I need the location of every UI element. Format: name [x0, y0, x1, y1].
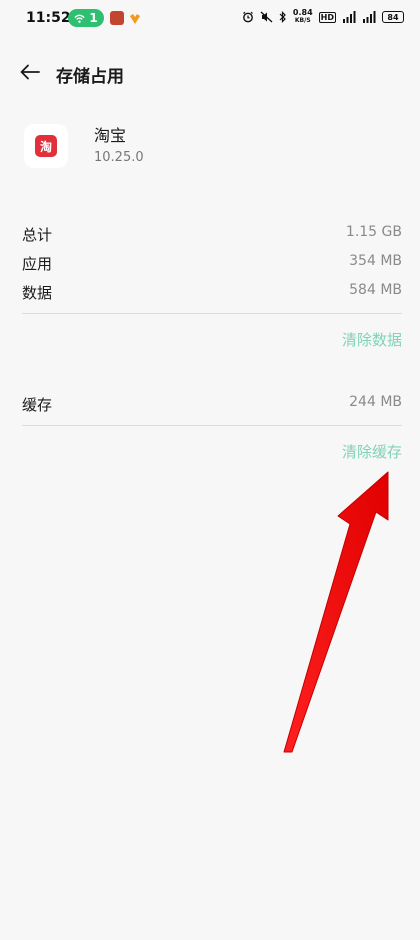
storage-row-app: 应用 354 MB: [22, 253, 402, 277]
game-app-notification-icon: [110, 11, 124, 25]
taobao-icon: 淘: [35, 135, 57, 157]
alarm-icon: [243, 11, 253, 23]
bluetooth-icon: [279, 11, 286, 23]
signal-icon-sim2: [363, 11, 376, 23]
app-bar: 存储占用: [0, 52, 420, 92]
divider: [22, 313, 402, 314]
mute-icon: [260, 11, 273, 23]
cache-row: 缓存 244 MB: [22, 394, 402, 418]
row-label: 缓存: [22, 396, 53, 414]
hotspot-indicator[interactable]: 1: [68, 9, 104, 27]
status-bar: 11:52 1 0.84 KB/S HD 84: [0, 0, 420, 36]
row-label: 数据: [22, 284, 53, 302]
row-value: 244 MB: [349, 394, 402, 410]
page-title: 存储占用: [56, 67, 124, 87]
row-label: 应用: [22, 255, 53, 273]
storage-row-total: 总计 1.15 GB: [22, 224, 402, 248]
battery-indicator: 84: [382, 11, 404, 23]
app-version: 10.25.0: [94, 150, 144, 165]
clear-data-button[interactable]: 清除数据: [342, 329, 402, 350]
row-label: 总计: [22, 226, 53, 244]
storage-row-data: 数据 584 MB: [22, 282, 402, 306]
app-icon: 淘: [24, 124, 68, 168]
status-time: 11:52: [26, 10, 71, 26]
hd-voice-badge: HD: [318, 11, 336, 23]
back-arrow-icon: [20, 64, 40, 80]
shopping-app-notification-icon: [128, 11, 142, 25]
row-value: 1.15 GB: [345, 224, 402, 240]
wifi-hotspot-icon: [74, 14, 85, 23]
network-speed: 0.84 KB/S: [292, 8, 313, 25]
row-value: 354 MB: [349, 253, 402, 269]
divider: [22, 425, 402, 426]
signal-icon-sim1: [343, 11, 356, 23]
back-button[interactable]: [16, 58, 44, 86]
app-name: 淘宝: [94, 126, 127, 145]
hotspot-count: 1: [89, 11, 98, 25]
clear-cache-button[interactable]: 清除缓存: [342, 441, 402, 462]
row-value: 584 MB: [349, 282, 402, 298]
